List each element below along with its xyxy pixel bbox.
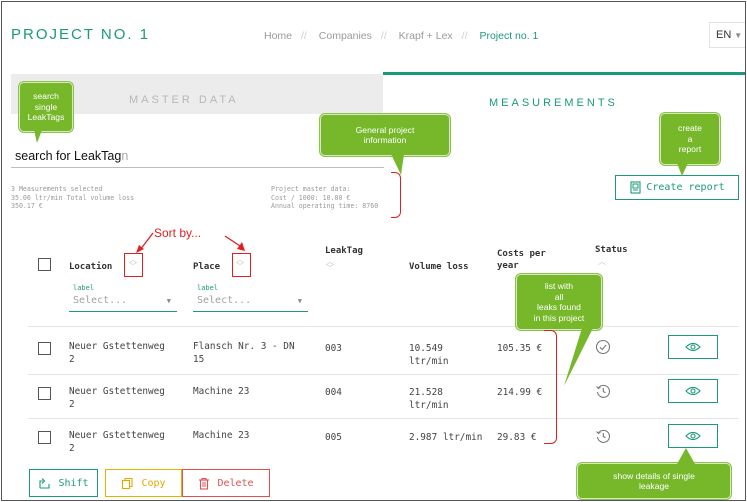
- selection-summary: 3 Measurements selected 35.06 ltr/min To…: [11, 185, 134, 211]
- total-volume-loss: 35.06 ltr/min Total volume loss: [11, 193, 135, 202]
- row-divider: [28, 418, 739, 419]
- place-filter-select[interactable]: Select... ▼: [193, 292, 308, 312]
- search-placeholder-annotated: search for LeakTagn: [15, 149, 129, 163]
- annotation-create-report: create a report: [660, 113, 720, 165]
- annotation-sort-place-box: [232, 253, 251, 277]
- header: PROJECT NO. 1 Home// Companies// Krapf +…: [2, 2, 745, 68]
- row-checkbox[interactable]: [38, 342, 51, 355]
- cost-rate: Cost / 1000: 10.00 €: [271, 193, 351, 202]
- master-data-title: Project master data:: [271, 185, 351, 193]
- sort-status-icon[interactable]: ︿: [598, 258, 606, 266]
- tab-measurements[interactable]: MEASUREMENTS: [383, 72, 745, 116]
- shift-button[interactable]: Shift: [29, 469, 98, 497]
- place-filter-label: label: [197, 284, 219, 292]
- column-leaktag[interactable]: LeakTag: [325, 245, 363, 257]
- row-costs: 29.83 €: [497, 432, 537, 443]
- chevron-down-icon: ▼: [297, 297, 302, 305]
- tab-master-data-label: MASTER DATA: [129, 94, 239, 106]
- annotation-list-leaks: list with all leaks found in this project: [516, 274, 602, 330]
- row-place: Machine 23: [193, 430, 250, 441]
- column-costs[interactable]: Costs per year: [497, 248, 546, 272]
- row-checkbox[interactable]: [38, 431, 51, 444]
- column-location[interactable]: Location: [69, 261, 112, 273]
- view-details-button[interactable]: [668, 379, 718, 403]
- shift-label: Shift: [58, 477, 89, 489]
- annotation-list-pointer: [564, 328, 593, 386]
- row-volume-loss: 21.528 ltr/min: [409, 387, 449, 411]
- tab-measurements-label: MEASUREMENTS: [489, 97, 618, 109]
- chevron-down-icon: ▼: [166, 297, 171, 305]
- location-filter-placeholder: Select...: [73, 295, 128, 306]
- view-details-button[interactable]: [668, 424, 718, 448]
- location-filter-label: label: [73, 284, 95, 292]
- row-leaktag: 005: [325, 432, 342, 443]
- check-circle-icon: [595, 339, 611, 355]
- breadcrumb: Home// Companies// Krapf + Lex// Project…: [264, 30, 539, 42]
- row-location: Neuer Gstettenweg 2: [69, 430, 165, 454]
- chevron-down-icon: ▼: [734, 31, 743, 40]
- total-costs: 350.17 €: [11, 202, 43, 210]
- annotation-search-single: search single LeakTags: [19, 82, 73, 132]
- annotation-sort-location-box: [124, 253, 143, 277]
- annotation-sort-arrows: [136, 232, 245, 253]
- breadcrumb-company[interactable]: Krapf + Lex: [399, 30, 453, 42]
- delete-button[interactable]: Delete: [182, 469, 270, 497]
- shift-icon: [39, 477, 50, 489]
- copy-label: Copy: [141, 477, 166, 489]
- row-place: Machine 23: [193, 386, 250, 397]
- row-location: Neuer Gstettenweg 2: [69, 386, 165, 410]
- eye-icon: [685, 386, 701, 396]
- breadcrumb-companies[interactable]: Companies: [319, 30, 372, 42]
- create-report-button[interactable]: Create report: [615, 175, 739, 200]
- select-all-checkbox[interactable]: [38, 258, 51, 271]
- row-place: Flansch Nr. 3 - DN 15: [193, 341, 295, 365]
- operating-time: Annual operating time: 8760: [271, 202, 379, 210]
- breadcrumb-home[interactable]: Home: [264, 30, 292, 42]
- row-leaktag: 004: [325, 387, 342, 398]
- annotation-details-pointer: [677, 448, 695, 464]
- project-master-summary: Project master data: Cost / 1000: 10.00 …: [271, 185, 378, 211]
- place-filter-placeholder: Select...: [197, 295, 252, 306]
- language-value: EN: [716, 29, 732, 41]
- page-title: PROJECT NO. 1: [11, 26, 151, 43]
- selected-count: 3 Measurements selected: [11, 185, 103, 193]
- row-divider: [28, 326, 739, 327]
- annotation-list-bracket: [544, 330, 557, 444]
- history-icon: [596, 384, 610, 398]
- sort-leaktag-icon[interactable]: ︿ ﹀: [326, 258, 334, 273]
- view-details-button[interactable]: [668, 335, 718, 359]
- annotation-search-pointer: [34, 130, 42, 143]
- history-icon: [596, 429, 610, 443]
- row-leaktag: 003: [325, 343, 342, 354]
- create-report-label: Create report: [646, 182, 725, 193]
- report-icon: [630, 181, 641, 194]
- trash-icon: [199, 477, 210, 490]
- delete-label: Delete: [217, 477, 254, 489]
- eye-icon: [685, 431, 701, 441]
- annotation-show-details: show details of single leakage: [577, 463, 731, 499]
- column-place[interactable]: Place: [193, 261, 220, 273]
- copy-button[interactable]: Copy: [105, 469, 182, 497]
- column-status[interactable]: Status: [595, 244, 628, 256]
- location-filter-select[interactable]: Select... ▼: [69, 292, 177, 312]
- breadcrumb-current: Project no. 1: [479, 30, 539, 42]
- row-costs: 105.35 €: [497, 343, 543, 354]
- annotation-report-pointer: [677, 163, 688, 176]
- copy-icon: [122, 477, 134, 489]
- search-annotation-text: search for LeakTag: [15, 149, 122, 163]
- row-volume-loss: 2.987 ltr/min: [409, 432, 483, 443]
- row-volume-loss: 10.549 ltr/min: [409, 343, 449, 367]
- annotation-general-bracket: [391, 172, 401, 218]
- column-costs-line2: year: [497, 261, 519, 271]
- row-divider: [28, 374, 739, 375]
- app-window: PROJECT NO. 1 Home// Companies// Krapf +…: [1, 1, 746, 501]
- row-checkbox[interactable]: [38, 387, 51, 400]
- row-location: Neuer Gstettenweg 2: [69, 341, 165, 365]
- row-costs: 214.99 €: [497, 387, 543, 398]
- annotation-general-info: General project information: [320, 114, 450, 156]
- eye-icon: [685, 342, 701, 352]
- language-select[interactable]: EN ▼: [709, 22, 745, 48]
- column-costs-line1: Costs per: [497, 249, 546, 259]
- column-volume-loss[interactable]: Volume loss: [409, 261, 469, 273]
